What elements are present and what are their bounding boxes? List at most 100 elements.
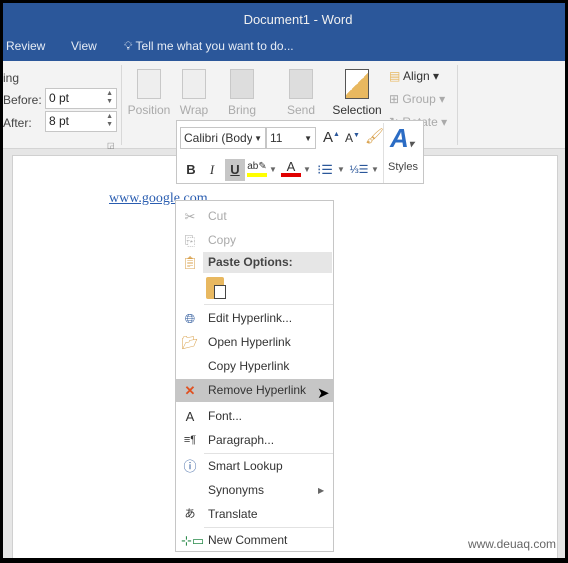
position-label: Position: [127, 103, 171, 117]
italic-button[interactable]: I: [202, 159, 222, 181]
spacing-label: ing: [3, 71, 20, 85]
font-size-value: 11: [270, 131, 283, 145]
menu-item-copy[interactable]: ⎘ Copy: [176, 229, 333, 252]
styles-icon[interactable]: A▾: [390, 123, 414, 154]
menu-item-smart-lookup[interactable]: ⓘ Smart Lookup: [176, 455, 333, 478]
bullets-icon[interactable]: ⁝☰: [315, 159, 335, 181]
selection-pane-label: Selection: [332, 103, 382, 117]
bring-forward-label: Bring: [227, 103, 256, 117]
menu-item-font[interactable]: A Font...: [176, 405, 333, 428]
menu-item-synonyms[interactable]: Synonyms ▶: [176, 479, 333, 502]
chevron-down-icon: ▾: [433, 69, 440, 83]
chevron-down-icon: ▼: [254, 134, 262, 143]
spin-arrows-icon[interactable]: ▲ ▼: [106, 113, 113, 129]
font-size-dropdown[interactable]: 11 ▼: [266, 127, 316, 149]
paste-options-header: 📋︎ Paste Options:: [176, 251, 333, 274]
menu-separator: [204, 527, 333, 528]
remove-hyperlink-icon: ✕: [184, 383, 196, 398]
after-spinner[interactable]: 8 pt ▲ ▼: [45, 111, 117, 132]
menu-item-label: Copy Hyperlink: [208, 359, 290, 373]
chevron-down-icon: ▾: [441, 115, 448, 129]
menu-item-label: Remove Hyperlink: [208, 383, 307, 397]
menu-item-translate[interactable]: あ Translate: [176, 503, 333, 526]
styles-label[interactable]: Styles: [388, 161, 418, 173]
menu-separator: [204, 453, 333, 454]
bring-forward-button[interactable]: Bring: [214, 69, 270, 117]
grow-font-icon[interactable]: A▲: [323, 129, 340, 146]
window-title: Document1 - Word: [243, 12, 353, 27]
keep-text-only-paste-icon[interactable]: [206, 277, 226, 299]
numbering-icon[interactable]: ⅓☰: [349, 159, 369, 181]
before-label: Before:: [3, 93, 42, 107]
spin-arrows-icon[interactable]: ▲ ▼: [106, 90, 113, 106]
align-icon: ▤: [389, 69, 401, 83]
chevron-down-icon[interactable]: ▼: [371, 165, 379, 174]
bring-forward-icon: [230, 69, 254, 99]
selection-pane-button[interactable]: Selection: [329, 69, 385, 117]
chevron-down-icon[interactable]: ▼: [303, 165, 311, 174]
shrink-font-icon[interactable]: A▼: [345, 131, 360, 145]
menu-item-label: Copy: [208, 233, 237, 247]
menu-item-label: Font...: [208, 409, 243, 423]
tab-view[interactable]: View: [71, 39, 97, 53]
before-value: 0 pt: [49, 91, 70, 105]
menu-item-edit-hyperlink[interactable]: 🌐︎ Edit Hyperlink...: [176, 307, 333, 330]
after-value: 8 pt: [49, 114, 70, 128]
watermark: www.deuaq.com: [467, 537, 556, 551]
title-bar: Document1 - Word Review View 💡︎ Tell me …: [3, 3, 565, 61]
chevron-down-icon[interactable]: ▼: [337, 165, 345, 174]
context-menu: ✂ Cut ⎘ Copy 📋︎ Paste Options: 🌐︎ Edit Hyper…: [175, 200, 334, 552]
chevron-down-icon: ▾: [439, 92, 446, 106]
smart-lookup-icon: ⓘ: [183, 459, 197, 474]
tell-me-box[interactable]: 💡︎ Tell me what you want to do...: [124, 39, 294, 54]
menu-item-label: Paste Options:: [208, 255, 293, 269]
lightbulb-icon: 💡︎: [124, 39, 133, 53]
align-button[interactable]: ▤ Align ▾: [389, 69, 439, 83]
position-icon: [137, 69, 161, 99]
chevron-down-icon: ▼: [304, 134, 312, 143]
selection-pane-icon: [345, 69, 369, 99]
menu-item-label: Synonyms: [208, 483, 265, 497]
menu-item-label: Paragraph...: [208, 433, 275, 447]
tab-review[interactable]: Review: [6, 39, 45, 53]
font-name-dropdown[interactable]: Calibri (Body) ▼: [180, 127, 266, 149]
divider: [457, 65, 458, 145]
menu-separator: [204, 304, 333, 305]
menu-item-copy-hyperlink[interactable]: Copy Hyperlink: [176, 355, 333, 378]
font-name-value: Calibri (Body): [184, 131, 252, 145]
format-painter-icon[interactable]: 🖌︎: [365, 127, 384, 145]
wrap-text-label: Wrap: [179, 103, 209, 117]
mini-toolbar: Calibri (Body) ▼ 11 ▼ A▲ A▼ 🖌︎ A▾ Styles B…: [176, 120, 424, 184]
highlight-icon[interactable]: ab✎: [247, 159, 267, 177]
group-icon: ⊞: [389, 92, 400, 106]
group-label: Group: [402, 92, 436, 106]
menu-item-new-comment[interactable]: ⊹▭ New Comment: [176, 529, 333, 552]
open-hyperlink-icon: 📂︎: [181, 335, 199, 350]
menu-item-remove-hyperlink[interactable]: ✕ Remove Hyperlink ➤: [176, 379, 333, 402]
menu-item-open-hyperlink[interactable]: 📂︎ Open Hyperlink: [176, 331, 333, 354]
group-button[interactable]: ⊞ Group ▾: [389, 92, 445, 106]
menu-item-label: Translate: [208, 507, 258, 521]
paste-icon: 📋︎: [181, 255, 199, 270]
underline-button[interactable]: U: [225, 159, 245, 181]
dialog-launcher-icon[interactable]: ◲: [107, 141, 115, 150]
menu-item-label: Edit Hyperlink...: [208, 311, 293, 325]
paragraph-icon: ≡¶: [183, 434, 197, 446]
menu-item-paragraph[interactable]: ≡¶ Paragraph...: [176, 429, 333, 452]
menu-item-label: Open Hyperlink: [208, 335, 291, 349]
send-backward-icon: [289, 69, 313, 99]
chevron-down-icon[interactable]: ▼: [269, 165, 277, 174]
align-label: Align: [403, 69, 430, 83]
divider: [383, 123, 384, 183]
new-comment-icon: ⊹▭: [181, 533, 205, 548]
menu-item-cut[interactable]: ✂ Cut: [176, 205, 333, 228]
menu-item-label: Cut: [208, 209, 227, 223]
font-color-icon[interactable]: A: [281, 159, 301, 177]
word-window: Document1 - Word Review View 💡︎ Tell me …: [3, 3, 565, 558]
send-backward-button[interactable]: Send: [273, 69, 329, 117]
copy-icon: ⎘: [184, 233, 196, 248]
bold-button[interactable]: B: [181, 159, 201, 181]
before-spinner[interactable]: 0 pt ▲ ▼: [45, 88, 117, 109]
translate-icon: あ: [184, 508, 196, 520]
font-icon: A: [185, 409, 195, 424]
